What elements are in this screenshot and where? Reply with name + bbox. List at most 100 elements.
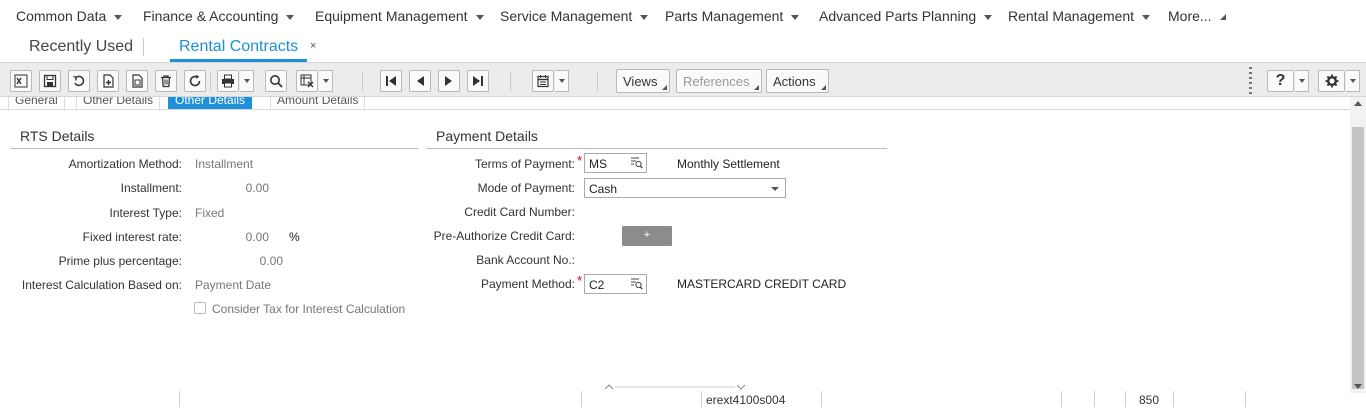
corner-arrow-icon [662,85,668,90]
next-icon [445,76,452,86]
help-dropdown[interactable] [1295,70,1309,92]
menu-equipment-management[interactable]: Equipment Management [315,8,484,24]
menu-advanced-parts-planning[interactable]: Advanced Parts Planning [819,8,993,24]
tab-rental-contracts[interactable]: Rental Contracts [170,32,308,62]
toolbar-divider [210,71,211,91]
actions-label: Actions [773,74,816,89]
subtab-general[interactable]: General [8,97,65,109]
toolbar-divider [362,71,363,91]
tab-recently-used[interactable]: Recently Used [29,38,133,56]
new-document-icon [103,74,114,88]
vertical-scrollbar[interactable] [1350,97,1366,393]
settings-dropdown[interactable] [1346,70,1360,92]
menu-more[interactable]: More... [1168,8,1226,24]
consider-tax-label: Consider Tax for Interest Calculation [212,302,406,316]
menu-finance-accounting[interactable]: Finance & Accounting [143,8,295,24]
chevron-down-icon [640,14,649,20]
references-button[interactable]: References [676,69,763,93]
terms-of-payment-label: Terms of Payment: [474,157,575,171]
close-tab-icon[interactable]: × [310,40,316,52]
calendar-dropdown[interactable] [555,70,569,92]
status-divider [1094,391,1095,407]
copy-document-icon [132,74,143,88]
settings-button[interactable] [1318,70,1345,92]
copy-record-button[interactable] [126,70,148,92]
interest-calc-based-label: Interest Calculation Based on: [21,278,182,292]
mode-of-payment-value: Cash [589,182,618,196]
terms-of-payment-input[interactable]: MS [584,153,647,173]
chevron-down-icon [984,14,993,20]
chevron-down-icon [243,79,250,83]
lookup-icon[interactable] [630,157,643,169]
views-label: Views [623,74,658,89]
chevron-down-icon [1298,79,1305,83]
save-icon [43,74,57,88]
chevron-down-icon [475,14,484,20]
interest-calc-based-value: Payment Date [195,278,272,292]
first-record-button[interactable] [380,70,402,92]
subtab-amount-details[interactable]: Amount Details [270,97,366,109]
consider-tax-checkbox[interactable] [194,302,206,314]
payment-method-input[interactable]: C2 [584,274,647,294]
gear-icon [1325,74,1338,88]
views-button[interactable]: Views [616,69,671,93]
previous-record-button[interactable] [409,70,431,92]
calendar-button[interactable] [532,70,554,92]
toolbar-grip[interactable] [1249,67,1252,95]
subtab-other-details-2[interactable]: Other Details [168,97,253,109]
print-dropdown[interactable] [240,70,254,92]
mode-of-payment-label: Mode of Payment: [477,181,575,195]
delete-button[interactable] [155,70,177,92]
menu-parts-management[interactable]: Parts Management [665,8,800,24]
scroll-down-icon[interactable] [1354,384,1362,389]
scroll-up-icon[interactable] [1354,101,1362,106]
payment-method-value: C2 [589,278,605,292]
corner-arrow-icon [754,85,760,90]
installment-value: 0.00 [245,181,269,195]
status-bar: erext4100s004 850 [0,388,1350,409]
pre-authorize-add-button[interactable]: + [622,226,672,246]
clear-filter-dropdown[interactable] [319,70,333,92]
previous-icon [417,76,424,86]
lookup-icon[interactable] [630,278,643,290]
excel-export-button[interactable] [10,70,32,92]
help-button[interactable]: ? [1267,70,1294,92]
actions-button[interactable]: Actions [766,69,829,93]
chevron-down-icon [771,187,779,191]
tab-divider [143,38,144,56]
new-record-button[interactable] [97,70,119,92]
toolbar-divider [597,71,598,91]
sub-tab-strip: General Other Details Other Details Amou… [0,97,1350,110]
search-button[interactable] [265,70,287,92]
corner-arrow-icon [820,85,826,90]
clear-filter-button[interactable] [296,70,318,92]
top-menu-bar: Common Data Finance & Accounting Equipme… [0,0,1366,32]
bank-account-label: Bank Account No.: [476,253,575,267]
undo-icon [73,75,85,87]
toolbar-divider [510,71,511,91]
next-record-button[interactable] [438,70,460,92]
scroll-thumb[interactable] [1352,127,1364,389]
menu-service-management[interactable]: Service Management [500,8,649,24]
status-divider [821,391,822,407]
chevron-down-icon [1142,14,1151,20]
refresh-button[interactable] [184,70,206,92]
mode-of-payment-select[interactable]: Cash [584,178,786,198]
section-divider [10,148,418,149]
payment-details-title: Payment Details [436,128,538,144]
status-divider [701,391,702,407]
print-button[interactable] [217,70,239,92]
undo-button[interactable] [68,70,90,92]
chevron-down-icon [322,79,329,83]
status-divider [1061,391,1062,407]
subtab-other-details-1[interactable]: Other Details [76,97,161,109]
menu-rental-management[interactable]: Rental Management [1008,8,1151,24]
save-button[interactable] [39,70,61,92]
last-record-button[interactable] [467,70,489,92]
interest-type-label: Interest Type: [109,206,183,220]
terms-of-payment-value: MS [589,157,607,171]
prime-plus-percentage-value: 0.00 [259,254,283,268]
prime-plus-percentage-label: Prime plus percentage: [58,254,182,268]
status-divider [1125,391,1126,407]
menu-common-data[interactable]: Common Data [16,8,123,24]
